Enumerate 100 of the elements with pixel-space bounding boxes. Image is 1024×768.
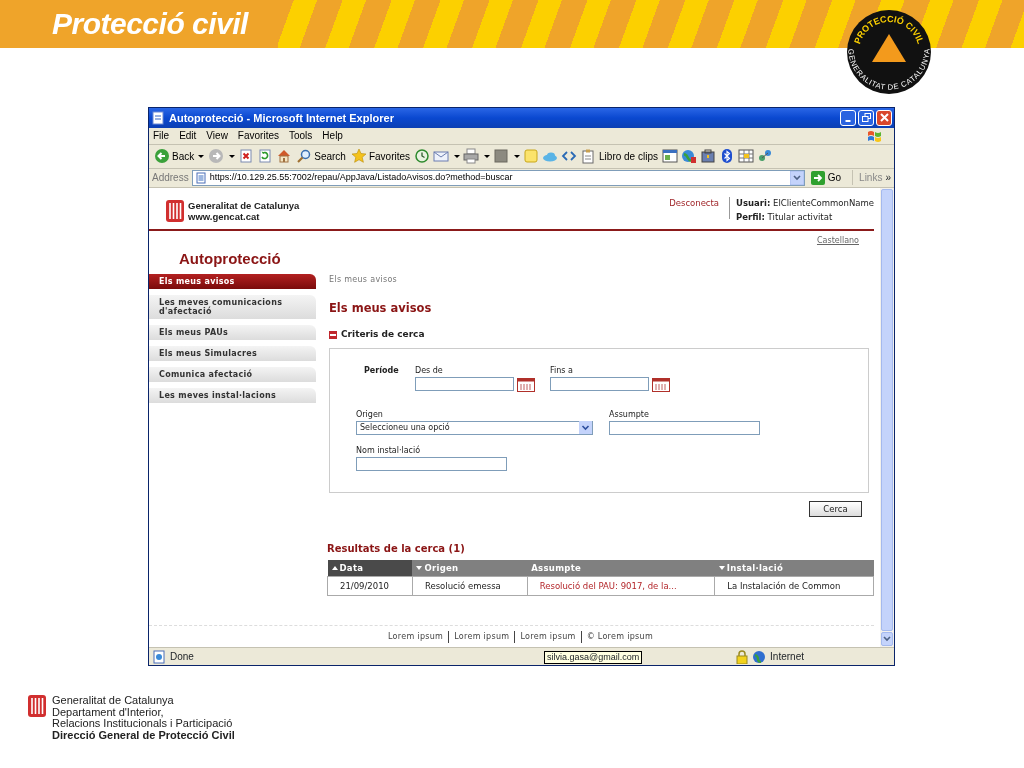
toolbox-icon[interactable] xyxy=(699,148,716,165)
tooltip: silvia.gasa@gmail.com xyxy=(544,651,643,665)
organization-name: www.gencat.cat xyxy=(188,210,260,222)
organization-name: Relacions Institucionals i Participació xyxy=(52,718,234,730)
sidebar-item[interactable]: Les meves instal·lacions xyxy=(149,388,316,404)
back-button[interactable]: Back xyxy=(153,148,206,165)
organization-name: Generalitat de Catalunya xyxy=(52,695,175,707)
field-label: Origen xyxy=(356,408,384,421)
menu-item[interactable]: Tools xyxy=(289,128,313,144)
square-icon[interactable] xyxy=(493,148,510,165)
gencat-logo-icon xyxy=(28,695,46,717)
arrow-icon xyxy=(810,170,825,185)
calendar-icon[interactable] xyxy=(652,377,670,392)
clips-button[interactable]: Libro de clips xyxy=(580,148,659,165)
sidebar-item[interactable]: Els meus PAUs xyxy=(149,325,316,341)
footer-link[interactable]: Lorem ipsum xyxy=(514,630,581,643)
search-icon xyxy=(296,148,313,165)
menu-item[interactable]: Help xyxy=(322,128,343,144)
field-label: Des de xyxy=(415,364,444,377)
home-icon[interactable] xyxy=(276,148,293,165)
organization-name: Direcció General de Protecció Civil xyxy=(52,729,235,741)
close-icon xyxy=(879,113,889,123)
menu-item[interactable]: Favorites xyxy=(237,128,279,144)
stop-icon[interactable] xyxy=(238,148,255,165)
text-field[interactable] xyxy=(356,456,507,471)
refresh-icon[interactable] xyxy=(257,148,274,165)
banner-title: Protecció civil xyxy=(0,0,278,48)
calendar-icon[interactable] xyxy=(517,377,535,392)
select-field[interactable]: Seleccioneu una opció xyxy=(356,420,593,435)
more-button[interactable]: » xyxy=(885,170,891,186)
sidebar-item[interactable]: Els meus avisos xyxy=(149,274,316,290)
sidebar-item[interactable]: Els meus Simulacres xyxy=(149,346,316,362)
footer-link[interactable]: Lorem ipsum xyxy=(383,630,449,643)
restore-button[interactable] xyxy=(858,109,874,126)
page-heading: Els meus avisos xyxy=(329,300,433,318)
history-icon[interactable] xyxy=(414,148,431,165)
sort-up-icon[interactable] xyxy=(331,566,338,571)
sort-down-icon[interactable] xyxy=(718,566,725,571)
date-field[interactable] xyxy=(550,376,649,391)
collapse-icon[interactable] xyxy=(329,331,337,340)
link-cell[interactable]: Resolució del PAU: 9017, de la... xyxy=(527,576,715,596)
table-cell: Resolució emessa xyxy=(412,576,528,596)
globe-icon xyxy=(752,649,767,664)
chevron-down-icon[interactable] xyxy=(883,636,891,643)
date-field[interactable] xyxy=(415,376,514,391)
text-field[interactable] xyxy=(609,420,760,435)
minimize-button[interactable] xyxy=(840,109,856,126)
window-icon[interactable] xyxy=(661,148,678,165)
status-text: Done xyxy=(170,650,194,665)
address-field[interactable]: https://10.129.25.55:7002/repau/AppJava/ListadoAvisos.do?method=buscar xyxy=(191,169,805,186)
caret-icon[interactable] xyxy=(198,154,205,158)
footer-link[interactable]: © Lorem ipsum xyxy=(580,630,658,643)
menu-item[interactable]: Edit xyxy=(179,128,197,144)
menu-item[interactable]: View xyxy=(206,128,228,144)
globe-icon[interactable] xyxy=(680,148,697,165)
breadcrumb[interactable]: Els meus avisos xyxy=(329,274,874,287)
dropdown-arrow-icon[interactable] xyxy=(789,170,804,185)
page-icon xyxy=(152,649,166,664)
menu-item[interactable]: File xyxy=(153,128,170,144)
address-label: Address xyxy=(152,171,189,186)
printer-icon[interactable] xyxy=(463,148,480,165)
language-link[interactable]: Castellano xyxy=(816,235,859,245)
go-button[interactable]: Go xyxy=(807,170,850,186)
star-icon xyxy=(350,148,367,165)
user-info: Perfil: Titular activitat xyxy=(736,210,834,224)
field-label: Període xyxy=(364,364,400,377)
grid-icon[interactable] xyxy=(737,148,754,165)
zone-text: Internet xyxy=(770,650,804,665)
footer-link[interactable]: Lorem ipsum xyxy=(448,630,515,643)
table-cell: La Instalación de Common xyxy=(714,576,874,596)
caret-icon[interactable] xyxy=(484,154,491,158)
page-icon xyxy=(194,171,207,184)
page-icon xyxy=(151,110,165,125)
column-header[interactable]: Instal·lació xyxy=(714,559,874,577)
restore-icon xyxy=(861,113,871,123)
user-info: Usuari: ElClienteCommonName xyxy=(736,196,874,210)
organization-name: Departament d'Interior, xyxy=(52,706,164,718)
column-header[interactable]: Origen xyxy=(412,559,528,577)
scrollbar[interactable] xyxy=(880,187,894,648)
back-icon xyxy=(154,148,170,165)
app-title: Autoprotecció xyxy=(179,248,282,269)
logout-link[interactable]: Desconecta xyxy=(669,196,731,219)
column-header[interactable]: Data xyxy=(327,559,413,577)
minimize-icon xyxy=(845,119,851,122)
caret-icon[interactable] xyxy=(514,154,521,158)
section-title: Criteris de cerca xyxy=(341,328,425,342)
caret-icon[interactable] xyxy=(229,154,236,158)
organization-name: Generalitat de Catalunya xyxy=(188,199,300,211)
close-button[interactable] xyxy=(876,109,892,126)
windows-logo-icon xyxy=(866,128,882,143)
field-label: Fins a xyxy=(550,364,574,377)
sort-down-icon[interactable] xyxy=(416,566,423,571)
search-button[interactable]: Search xyxy=(295,148,347,165)
sidebar-item[interactable]: Comunica afectació xyxy=(149,367,316,383)
column-header[interactable]: Assumpte xyxy=(527,559,715,577)
favorites-button[interactable]: Favorites xyxy=(349,148,412,165)
sidebar-item[interactable]: Les meves comunicacions d'afectació xyxy=(149,295,316,320)
search-button[interactable]: Cerca xyxy=(809,500,862,517)
caret-icon[interactable] xyxy=(454,154,461,158)
results-title: Resultats de la cerca (1) xyxy=(327,541,466,556)
